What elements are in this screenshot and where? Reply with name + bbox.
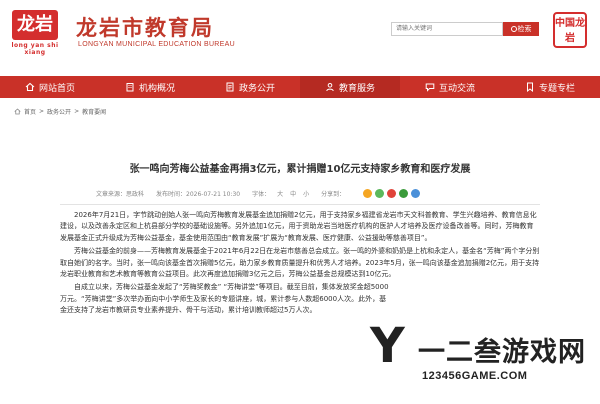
bookmark-icon [526,82,533,92]
main-nav: 网站首页 机构概况 政务公开 教育服务 互动交流 专题专栏 [0,76,600,98]
watermark-url: 123456GAME.COM [422,370,528,382]
nav-label: 教育服务 [338,83,375,94]
qzone-icon[interactable] [363,189,373,198]
city-stamp-logo: 中国龙岩 [553,12,587,48]
site-logo[interactable]: 龙岩 long yan shi xiang [6,10,64,56]
font-size-large[interactable]: 大 [277,189,283,198]
document-icon [226,82,234,92]
nav-label: 专题专栏 [538,83,575,94]
breadcrumb-current[interactable]: 教育要闻 [82,107,106,116]
article-meta: 文章来源：思政科 发布时间：2026-07-21 10:30 字体： 大 中 小… [96,189,556,198]
nav-label: 政务公开 [238,83,275,94]
logo-seal-text: 龙岩 [12,10,58,40]
nav-item-special[interactable]: 专题专栏 [500,76,600,98]
share-buttons [363,189,421,198]
building-icon [126,83,134,92]
site-subtitle: LONGYAN MUNICIPAL EDUCATION BUREAU [78,41,235,48]
more-icon[interactable] [411,189,421,198]
breadcrumb-gov-info[interactable]: 政务公开 [47,107,71,116]
nav-item-gov-info[interactable]: 政务公开 [200,76,300,98]
watermark-mark: Y [370,318,405,374]
font-size-label: 字体： [252,191,271,198]
watermark: Y 一二叁游戏网 123456GAME.COM [370,318,600,404]
article-source: 文章来源：思政科 [96,191,145,198]
breadcrumb-home[interactable]: 首页 [24,107,36,116]
article-date: 发布时间：2026-07-21 10:30 [156,191,241,198]
site-header: 龙岩 long yan shi xiang 龙岩市教育局 LONGYAN MUN… [0,0,600,60]
font-size-small[interactable]: 小 [303,189,309,198]
nav-label: 互动交流 [438,83,475,94]
nav-item-edu-service[interactable]: 教育服务 [300,76,400,98]
weibo-icon[interactable] [387,189,397,198]
nav-label: 网站首页 [38,83,75,94]
article-paragraph: 2026年7月21日，字节跳动创始人张一鸣向芳梅教育发展基金追加捐赠2亿元，用于… [60,211,537,242]
share-label: 分享到： [321,191,346,198]
search-button[interactable]: 检索 [503,22,539,36]
site-title[interactable]: 龙岩市教育局 [76,12,214,42]
font-size-medium[interactable]: 中 [290,189,296,198]
article-body: 2026年7月21日，字节跳动创始人张一鸣向芳梅教育发展基金追加捐赠2亿元，用于… [60,210,540,319]
breadcrumb-separator: > [39,108,45,115]
breadcrumb: 首页 > 政务公开 > 教育要闻 [14,107,106,116]
watermark-text: 一二叁游戏网 [418,337,586,368]
home-icon [25,82,35,92]
location-icon [14,108,21,115]
search-button-label: 检索 [517,25,532,33]
article-paragraph: 自成立以来，芳梅公益基金发起了“芳梅奖教金” “芳梅讲堂”等项目。截至目前，集体… [60,283,389,315]
logo-pinyin: long yan shi xiang [11,42,59,56]
search-input[interactable] [391,22,503,36]
wechat-icon[interactable] [375,189,385,198]
font-size-switcher: 字体： 大 中 小 [252,189,309,198]
article-title: 张一鸣向芳梅公益基金再捐3亿元，累计捐赠10亿元支持家乡教育和医疗发展 [129,164,471,175]
search-bar: 检索 [391,22,539,36]
meta-divider [60,204,540,205]
search-icon [510,26,517,32]
chat-icon [425,83,435,92]
service-icon [326,83,334,92]
nav-item-about[interactable]: 机构概况 [100,76,200,98]
breadcrumb-separator: > [74,108,80,115]
article-paragraph: 芳梅公益基金的前身——芳梅教育发展基金于2021年6月22日在龙岩市慈善总会成立… [60,247,540,279]
nav-item-home[interactable]: 网站首页 [0,76,100,98]
nav-label: 机构概况 [138,83,175,94]
nav-item-interaction[interactable]: 互动交流 [400,76,500,98]
douban-icon[interactable] [399,189,409,198]
